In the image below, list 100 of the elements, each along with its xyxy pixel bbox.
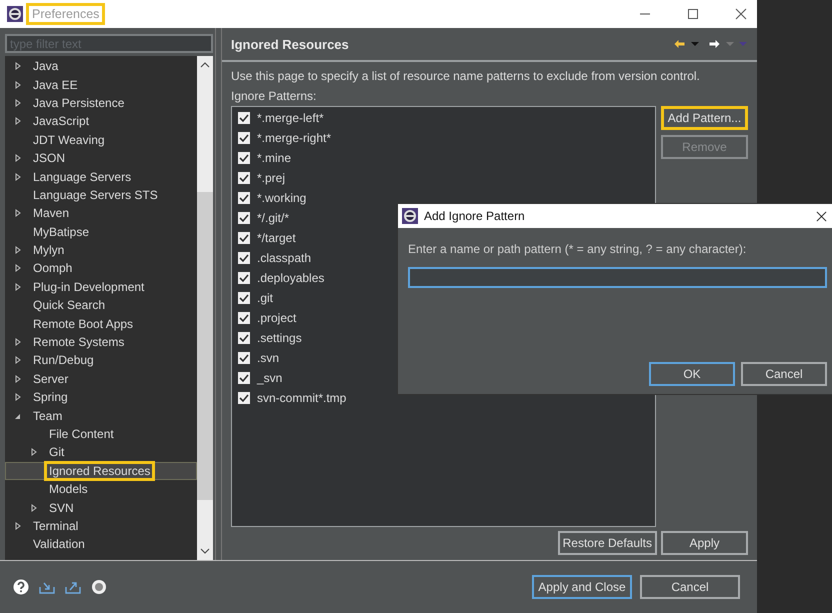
collapsed-arrow-icon[interactable] — [14, 264, 22, 272]
page-title: Ignored Resources — [231, 36, 349, 52]
page-button[interactable]: Restore Defaults — [558, 531, 657, 555]
collapsed-arrow-icon[interactable] — [14, 374, 22, 383]
checkbox[interactable] — [238, 392, 250, 404]
collapsed-arrow-icon[interactable] — [14, 98, 22, 107]
pattern-label: .classpath — [257, 251, 312, 265]
pattern-label: .deployables — [257, 271, 324, 285]
collapsed-arrow-icon[interactable] — [14, 117, 22, 126]
pattern-label: *.prej — [257, 171, 286, 185]
tree-item[interactable]: Spring — [5, 388, 197, 406]
tree-item[interactable]: Plug-in Development — [5, 278, 197, 296]
footer-button[interactable]: Cancel — [640, 575, 740, 599]
tree-item[interactable]: Git — [5, 443, 197, 462]
tree-item[interactable]: Java Persistence — [5, 94, 197, 112]
close-icon[interactable] — [816, 210, 827, 222]
pattern-label: _svn — [257, 371, 282, 385]
tree-item[interactable]: Remote Systems — [5, 332, 197, 352]
app-icon — [402, 208, 418, 224]
tree-item[interactable]: MyBatipse — [5, 222, 197, 241]
pattern-label: svn-commit*.tmp — [257, 391, 346, 405]
collapsed-arrow-icon[interactable] — [14, 62, 22, 70]
forward-arrow-icon[interactable] — [708, 39, 721, 49]
pattern-label: .project — [257, 311, 296, 325]
pattern-label: *.working — [257, 191, 306, 205]
collapsed-arrow-icon[interactable] — [30, 504, 38, 512]
pattern-label: .svn — [257, 351, 280, 365]
tree-item[interactable]: Language Servers — [5, 167, 197, 186]
footer-button[interactable]: Apply and Close — [532, 575, 632, 599]
checkbox[interactable] — [238, 272, 250, 284]
pattern-label: .git — [257, 291, 274, 305]
collapsed-arrow-icon[interactable] — [14, 246, 22, 254]
tree-item[interactable]: File Content — [5, 424, 197, 444]
checkbox[interactable] — [238, 192, 250, 204]
dialog-button[interactable]: Cancel — [741, 362, 827, 386]
tree-item[interactable]: Ignored Resources — [5, 462, 197, 480]
checkbox[interactable] — [238, 172, 250, 184]
collapsed-arrow-icon[interactable] — [14, 172, 22, 181]
tree-item[interactable]: SVN — [5, 498, 197, 517]
checkbox[interactable] — [238, 132, 250, 144]
tree-item[interactable]: Maven — [5, 204, 197, 223]
scroll-down-icon[interactable] — [200, 548, 210, 554]
collapsed-arrow-icon[interactable] — [30, 448, 38, 456]
tree-item[interactable]: Language Servers STS — [5, 186, 197, 204]
tree-item[interactable]: Models — [5, 480, 197, 498]
pattern-label: *.merge-right* — [257, 131, 332, 145]
tree-item[interactable]: Java — [5, 57, 197, 76]
tree-item[interactable]: Run/Debug — [5, 351, 197, 370]
pattern-label: */target — [257, 231, 296, 245]
checkbox[interactable] — [238, 112, 250, 124]
list-label: Ignore Patterns: — [231, 88, 318, 105]
checkbox[interactable] — [238, 332, 250, 344]
tree-item[interactable]: Java EE — [5, 75, 197, 94]
tree-item[interactable]: Mylyn — [5, 240, 197, 260]
checkbox[interactable] — [238, 292, 250, 304]
expanded-arrow-icon[interactable] — [14, 412, 22, 420]
page-button[interactable]: Apply — [661, 531, 748, 555]
tree-item[interactable]: Team — [5, 406, 197, 425]
pattern-input-field[interactable] — [408, 267, 827, 288]
collapsed-arrow-icon[interactable] — [14, 338, 22, 346]
collapsed-arrow-icon[interactable] — [14, 522, 22, 530]
record-icon[interactable] — [91, 579, 107, 595]
tree-item[interactable]: JavaScript — [5, 112, 197, 131]
checkbox[interactable] — [238, 312, 250, 324]
checkbox[interactable] — [238, 152, 250, 164]
checkbox[interactable] — [238, 352, 250, 364]
scrollbar[interactable] — [197, 56, 213, 560]
collapsed-arrow-icon[interactable] — [14, 80, 22, 89]
tree-item[interactable]: Quick Search — [5, 296, 197, 314]
checkbox[interactable] — [238, 212, 250, 224]
collapsed-arrow-icon[interactable] — [14, 154, 22, 162]
checkbox[interactable] — [238, 232, 250, 244]
tree-item[interactable]: Remote Boot Apps — [5, 314, 197, 333]
dropdown-caret-icon[interactable] — [691, 42, 699, 46]
tree-item[interactable]: Oomph — [5, 259, 197, 278]
side-button[interactable]: Add Pattern... — [661, 106, 748, 130]
scroll-up-icon[interactable] — [200, 62, 210, 68]
dropdown-caret-icon — [726, 42, 734, 46]
collapsed-arrow-icon[interactable] — [14, 282, 22, 291]
tree-item[interactable]: JDT Weaving — [5, 130, 197, 149]
collapsed-arrow-icon[interactable] — [14, 393, 22, 402]
checkbox[interactable] — [238, 372, 250, 384]
dialog-button[interactable]: OK — [649, 362, 735, 386]
help-icon[interactable] — [13, 579, 29, 595]
collapsed-arrow-icon[interactable] — [14, 209, 22, 218]
tree-item[interactable]: JSON — [5, 148, 197, 168]
app-icon — [7, 6, 23, 22]
tree-item[interactable]: Terminal — [5, 516, 197, 536]
page-description: Use this page to specify a list of resource name patterns to exclude from version control. — [231, 68, 701, 85]
checkbox[interactable] — [238, 252, 250, 264]
pattern-label: .settings — [257, 331, 302, 345]
pattern-label: */.git/* — [257, 211, 290, 225]
maximize-icon[interactable] — [687, 8, 699, 20]
dialog-prompt: Enter a name or path pattern (* = any string, ? = any character): — [408, 242, 748, 256]
tree-item[interactable]: Validation — [5, 535, 197, 554]
collapsed-arrow-icon[interactable] — [14, 356, 22, 364]
pattern-label: *.merge-left* — [257, 111, 324, 125]
close-icon[interactable] — [735, 8, 747, 20]
tree-item[interactable]: Server — [5, 370, 197, 388]
back-arrow-icon[interactable] — [673, 39, 686, 49]
